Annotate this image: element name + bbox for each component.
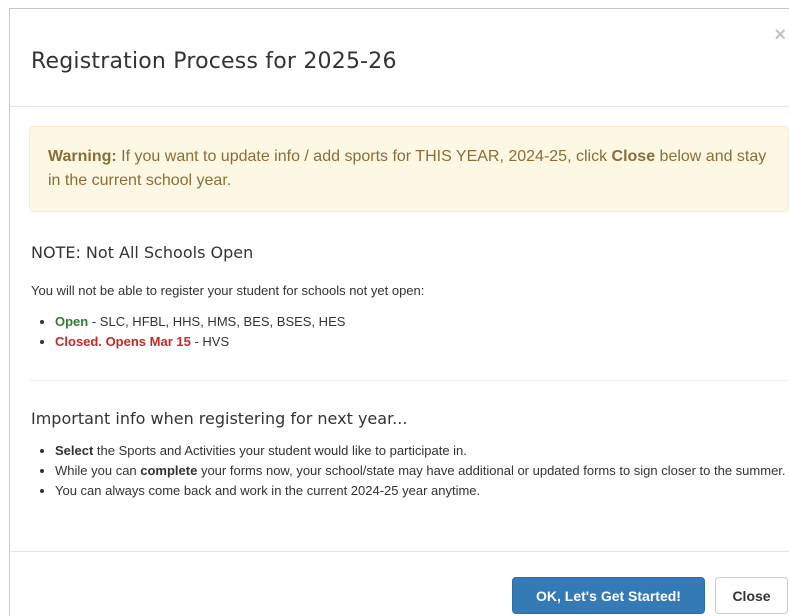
- note-description: You will not be able to register your st…: [31, 283, 425, 298]
- open-status: Open: [55, 314, 89, 329]
- list-item: Closed. Opens Mar 15 - HVS: [55, 332, 345, 352]
- warning-alert: Warning: If you want to update info / ad…: [29, 126, 789, 212]
- important-heading: Important info when registering for next…: [31, 409, 408, 428]
- school-status-list: Open - SLC, HFBL, HHS, HMS, BES, BSES, H…: [31, 312, 345, 352]
- modal-footer: OK, Let's Get Started! Close: [10, 551, 789, 616]
- note-heading: NOTE: Not All Schools Open: [31, 243, 254, 262]
- get-started-button[interactable]: OK, Let's Get Started!: [512, 577, 705, 614]
- complete-pre: While you can: [55, 463, 141, 478]
- registration-modal: Registration Process for 2025-26 × Warni…: [9, 8, 789, 616]
- list-item: Select the Sports and Activities your st…: [55, 441, 789, 461]
- warning-label: Warning:: [48, 148, 117, 165]
- list-item: While you can complete your forms now, y…: [55, 461, 789, 481]
- closed-schools: - HVS: [190, 334, 230, 349]
- anytime-text: You can always come back and work in the…: [55, 483, 481, 498]
- divider: [30, 380, 788, 381]
- close-button[interactable]: Close: [715, 577, 788, 614]
- closed-status: Closed. Opens Mar 15: [55, 334, 191, 349]
- modal-title: Registration Process for 2025-26: [31, 49, 397, 74]
- complete-bold: complete: [140, 463, 198, 478]
- close-icon[interactable]: ×: [774, 25, 786, 45]
- complete-text: your forms now, your school/state may ha…: [197, 463, 786, 478]
- important-list: Select the Sports and Activities your st…: [31, 441, 789, 501]
- open-schools: - SLC, HFBL, HHS, HMS, BES, BSES, HES: [88, 314, 346, 329]
- warning-text-1: If you want to update info / add sports …: [116, 148, 612, 165]
- list-item: You can always come back and work in the…: [55, 481, 789, 501]
- list-item: Open - SLC, HFBL, HHS, HMS, BES, BSES, H…: [55, 312, 345, 332]
- select-bold: Select: [55, 443, 94, 458]
- modal-header: Registration Process for 2025-26 ×: [10, 9, 789, 107]
- select-text: the Sports and Activities your student w…: [93, 443, 467, 458]
- warning-close-word: Close: [611, 148, 656, 165]
